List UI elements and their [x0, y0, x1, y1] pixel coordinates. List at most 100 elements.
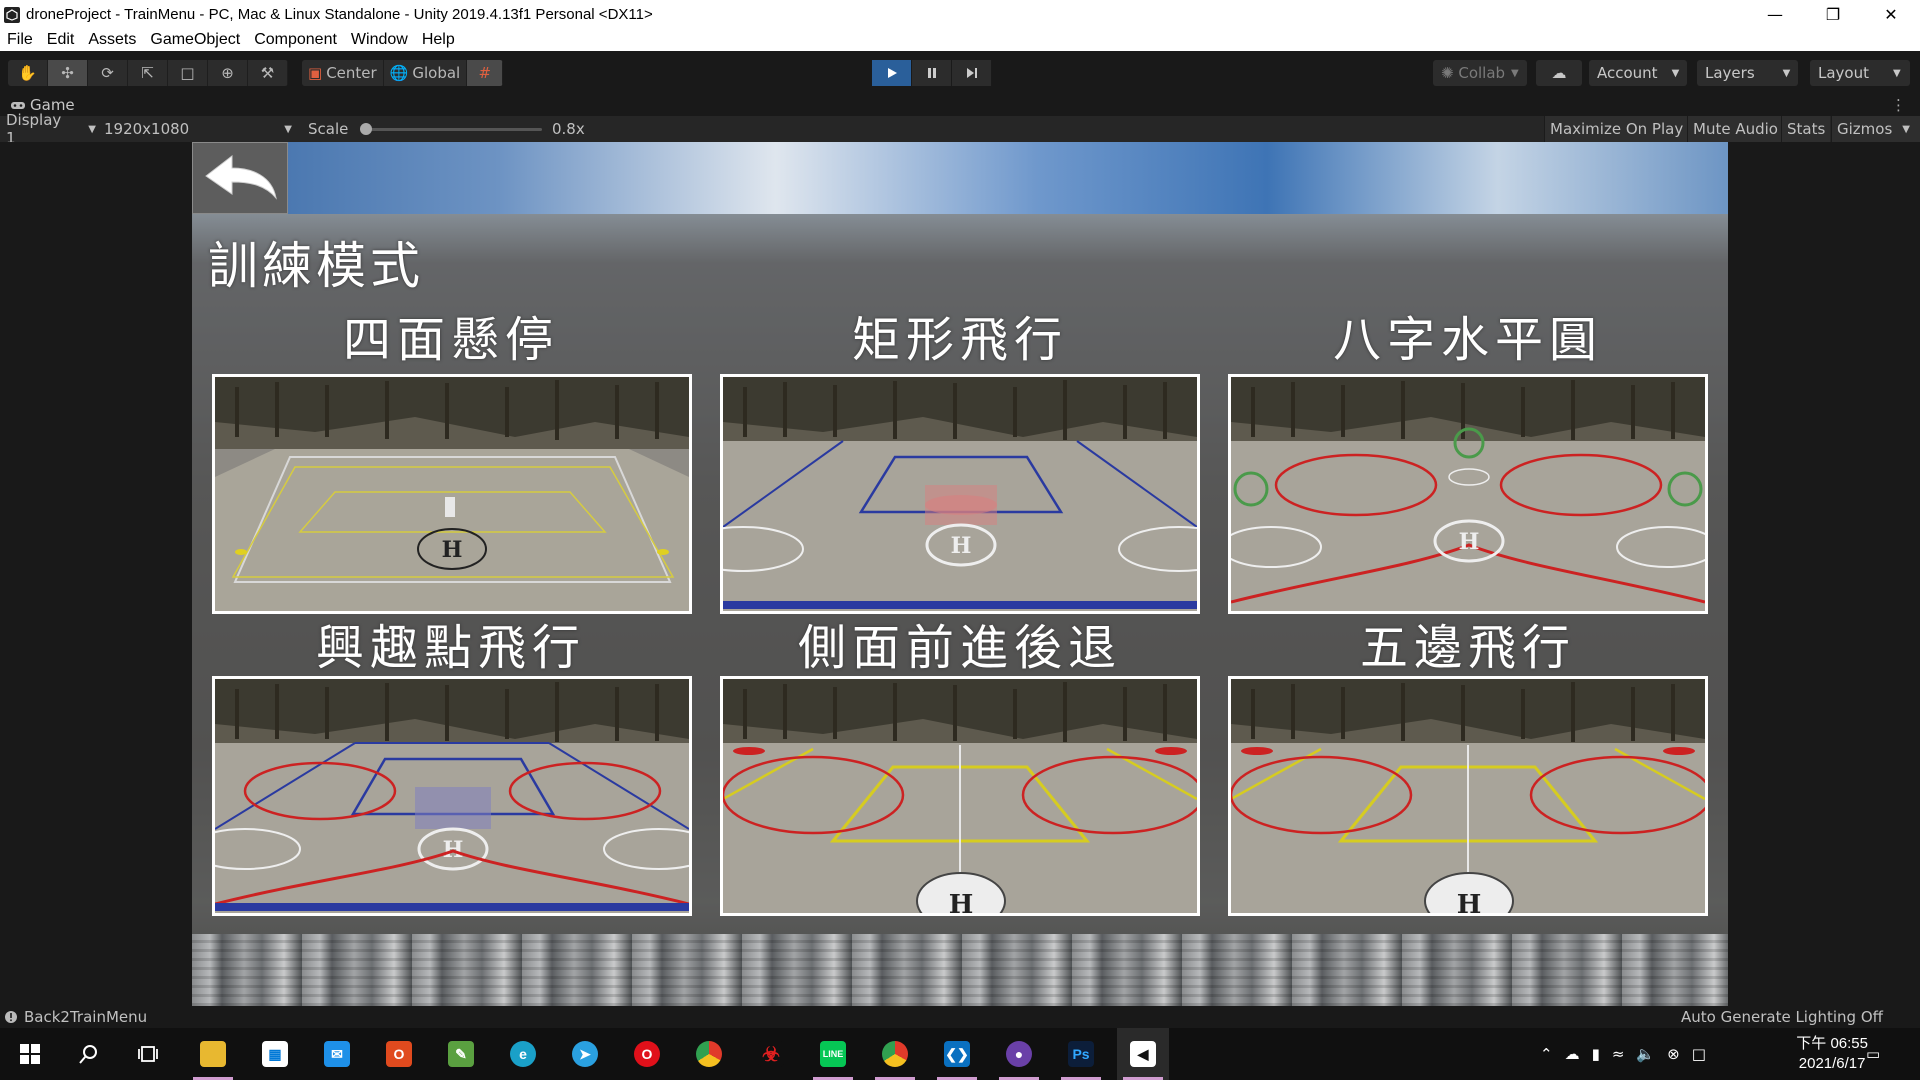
search-icon — [79, 1045, 97, 1064]
scale-label: Scale — [308, 120, 349, 138]
training-card-rect[interactable]: H — [720, 374, 1200, 614]
taskbar-file-explorer[interactable] — [187, 1028, 239, 1080]
transform-tool-icon[interactable]: ⊕ — [208, 60, 248, 86]
taskbar-vscode[interactable]: ❮❯ — [931, 1028, 983, 1080]
play-button[interactable] — [872, 60, 912, 86]
gizmos-dropdown[interactable]: Gizmos ▼ — [1831, 116, 1920, 142]
training-card-hover[interactable]: H — [212, 374, 692, 614]
line-icon: LINE — [820, 1041, 846, 1067]
rotate-tool-icon[interactable]: ⟳ — [88, 60, 128, 86]
training-card-eight[interactable]: H — [1228, 374, 1708, 614]
taskbar-clock[interactable]: 下午 06:55 2021/6/17 — [1796, 1034, 1868, 1074]
window-title-bar: droneProject - TrainMenu - PC, Mac & Lin… — [0, 0, 1920, 29]
layers-label: Layers — [1705, 64, 1755, 82]
lighting-status: Auto Generate Lighting Off — [1681, 1008, 1883, 1026]
taskbar-telegram[interactable]: ➤ — [559, 1028, 611, 1080]
windows-logo-icon — [20, 1044, 40, 1064]
mic-off-icon[interactable]: ⊗ — [1667, 1045, 1680, 1063]
menu-help[interactable]: Help — [422, 31, 455, 49]
pivot-center-button[interactable]: ▣ Center — [302, 60, 384, 86]
pause-button[interactable] — [912, 60, 952, 86]
start-button[interactable] — [4, 1028, 56, 1080]
hand-tool-icon[interactable]: ✋ — [8, 60, 48, 86]
training-card-poi[interactable]: H — [212, 676, 692, 916]
onedrive-icon[interactable]: ☁ — [1565, 1045, 1580, 1063]
taskbar-photoshop[interactable]: Ps — [1055, 1028, 1107, 1080]
taskbar-opera[interactable]: O — [621, 1028, 673, 1080]
maximize-on-play-toggle[interactable]: Maximize On Play — [1544, 116, 1689, 142]
card-title-rect: 矩形飛行 — [851, 312, 1068, 368]
notepad-icon: ✎ — [448, 1041, 474, 1067]
office-icon: O — [386, 1041, 412, 1067]
grid-snap-icon[interactable]: # — [467, 60, 504, 86]
scale-slider-knob[interactable] — [360, 123, 372, 135]
menu-file[interactable]: File — [7, 31, 33, 49]
pivot-global-button[interactable]: 🌐 Global — [383, 60, 468, 86]
menu-window[interactable]: Window — [351, 31, 408, 49]
search-button[interactable] — [63, 1028, 115, 1080]
more-options-icon[interactable]: ⋮ — [1891, 96, 1906, 114]
resolution-dropdown[interactable]: 1920x1080 ▼ — [104, 116, 296, 142]
eight-scene-thumbnail: H — [1231, 377, 1705, 611]
wifi-icon[interactable]: ≈ — [1612, 1045, 1625, 1063]
unity-icon — [4, 6, 20, 23]
layout-dropdown[interactable]: Layout ▼ — [1810, 60, 1910, 86]
training-card-side[interactable]: H — [720, 676, 1200, 916]
rect-tool-icon[interactable]: □ — [168, 60, 208, 86]
minimize-button[interactable]: — — [1746, 0, 1804, 29]
windows-taskbar: ▦ ✉ O ✎ e ➤ O ☣ LINE ❮❯ ● Ps ◀ ⌃ ☁ ▮ ≈ 🔈… — [0, 1028, 1920, 1080]
volume-icon[interactable]: 🔈 — [1636, 1045, 1655, 1063]
gamepad-icon — [11, 102, 25, 109]
taskbar-github[interactable]: ● — [993, 1028, 1045, 1080]
status-message[interactable]: Back2TrainMenu — [24, 1008, 147, 1026]
pentagon-scene-thumbnail: H — [1231, 679, 1705, 913]
scale-slider[interactable] — [360, 123, 542, 135]
battery-icon[interactable]: ▮ — [1592, 1045, 1600, 1063]
notification-button[interactable]: ▭ — [1866, 1028, 1880, 1080]
taskbar-notepad[interactable]: ✎ — [435, 1028, 487, 1080]
collab-label: Collab — [1458, 64, 1506, 82]
menu-component[interactable]: Component — [254, 31, 337, 49]
taskbar-line[interactable]: LINE — [807, 1028, 859, 1080]
menu-assets[interactable]: Assets — [88, 31, 136, 49]
cloud-button[interactable]: ☁ — [1536, 60, 1582, 86]
chrome-icon — [696, 1041, 722, 1067]
close-button[interactable]: ✕ — [1862, 0, 1920, 29]
collab-dropdown[interactable]: ✺ Collab ▼ — [1433, 60, 1527, 86]
menu-edit[interactable]: Edit — [47, 31, 75, 49]
taskbar-chrome[interactable] — [683, 1028, 735, 1080]
garena-icon: ☣ — [758, 1041, 784, 1067]
taskbar-mail[interactable]: ✉ — [311, 1028, 363, 1080]
back-button[interactable] — [192, 142, 288, 214]
notes-icon[interactable]: □ — [1692, 1045, 1706, 1063]
task-view-button[interactable] — [122, 1028, 174, 1080]
scale-tool-icon[interactable]: ⇱ — [128, 60, 168, 86]
svg-text:H: H — [951, 533, 972, 559]
restore-button[interactable]: ❐ — [1804, 0, 1862, 29]
chevron-up-icon[interactable]: ⌃ — [1540, 1045, 1553, 1063]
taskbar-edge[interactable]: e — [497, 1028, 549, 1080]
window-title: droneProject - TrainMenu - PC, Mac & Lin… — [26, 6, 653, 23]
move-tool-icon[interactable]: ✣ — [48, 60, 88, 86]
training-card-pentagon[interactable]: H — [1228, 676, 1708, 916]
account-label: Account — [1597, 64, 1658, 82]
display-dropdown[interactable]: Display 1 ▼ — [6, 111, 96, 147]
step-button[interactable] — [952, 60, 992, 86]
taskbar-chrome-2[interactable] — [869, 1028, 921, 1080]
chevron-down-icon: ▼ — [1511, 67, 1519, 79]
taskbar-garena[interactable]: ☣ — [745, 1028, 797, 1080]
account-dropdown[interactable]: Account ▼ — [1589, 60, 1687, 86]
taskbar-store[interactable]: ▦ — [249, 1028, 301, 1080]
custom-tool-icon[interactable]: ⚒ — [248, 60, 288, 86]
stats-toggle[interactable]: Stats — [1781, 116, 1831, 142]
card-title-eight: 八字水平圓 — [1332, 312, 1603, 368]
vscode-icon: ❮❯ — [944, 1041, 970, 1067]
card-title-poi: 興趣點飛行 — [315, 620, 586, 676]
taskbar-unity[interactable]: ◀ — [1117, 1028, 1169, 1080]
game-viewport: 訓練模式 四面懸停 矩形飛行 八字水平圓 興趣點飛行 側面前進後退 五邊飛行 H — [192, 142, 1728, 1006]
mute-audio-toggle[interactable]: Mute Audio — [1687, 116, 1783, 142]
menu-gameobject[interactable]: GameObject — [150, 31, 240, 49]
collab-icon: ✺ — [1441, 64, 1459, 82]
taskbar-office[interactable]: O — [373, 1028, 425, 1080]
layers-dropdown[interactable]: Layers ▼ — [1697, 60, 1798, 86]
